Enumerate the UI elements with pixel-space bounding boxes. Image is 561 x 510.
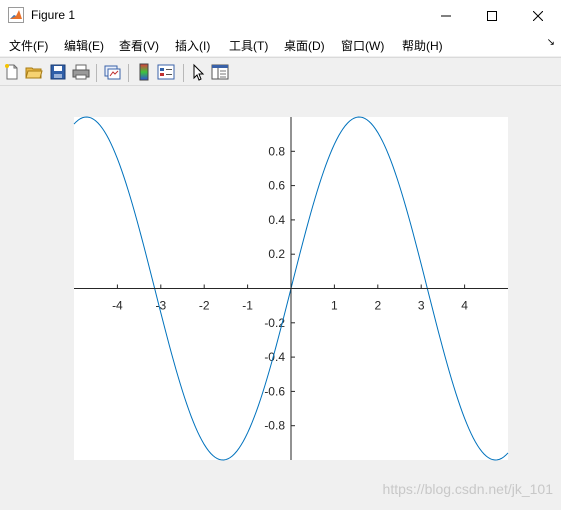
toolbar-separator (183, 64, 184, 82)
toolbar (0, 57, 561, 86)
figure-canvas: -4 -3 -2 -1 1 2 3 4 0.8 0.6 0.4 0.2 -0.2 -0.4 -0.6 -0.8… (0, 86, 561, 505)
open-folder-icon[interactable] (25, 63, 43, 81)
menu-view[interactable]: 查看(V) (119, 37, 159, 54)
x-tick-label: -4 (112, 299, 123, 313)
y-tick-label: -0.6 (264, 384, 285, 398)
title-bar: Figure 1 (0, 0, 561, 32)
x-tick-label: -3 (155, 299, 166, 313)
window-title: Figure 1 (31, 8, 76, 22)
minimize-button[interactable] (423, 0, 469, 32)
toolbar-separator (96, 64, 97, 82)
legend-icon[interactable] (157, 63, 175, 81)
menu-insert[interactable]: 插入(I) (175, 37, 210, 54)
maximize-button[interactable] (469, 0, 515, 32)
menu-edit[interactable]: 编辑(E) (64, 37, 104, 54)
y-tick-label: 0.4 (268, 213, 285, 227)
maximize-icon (487, 11, 497, 21)
print-icon[interactable] (72, 63, 90, 81)
watermark-text: https://blog.csdn.net/jk_101 (382, 481, 553, 497)
y-tick-label: 0.2 (268, 247, 285, 261)
new-file-icon[interactable] (3, 63, 21, 81)
x-tick-label: 3 (418, 299, 425, 313)
x-tick-label: 2 (374, 299, 381, 313)
property-editor-icon[interactable] (211, 63, 229, 81)
colorbar-icon[interactable] (135, 63, 153, 81)
plot-svg[interactable]: -4 -3 -2 -1 1 2 3 40.80.60.40.2-0.2-0.4-0.6-0.8 (0, 86, 561, 505)
link-plot-icon[interactable] (103, 63, 121, 81)
pointer-icon[interactable] (190, 63, 208, 81)
toolbar-separator (128, 64, 129, 82)
x-tick-label: 4 (461, 299, 468, 313)
save-icon[interactable] (49, 63, 67, 81)
close-icon (533, 11, 543, 21)
matlab-icon (8, 7, 24, 23)
menu-bar: 文件(F) 编辑(E) 查看(V) 插入(I) 工具(T) 桌面(D) 窗口(W… (0, 32, 561, 56)
y-tick-label: 0.8 (268, 144, 285, 158)
y-tick-label: -0.8 (264, 419, 285, 433)
y-tick-label: 0.6 (268, 179, 285, 193)
menu-desktop[interactable]: 桌面(D) (284, 37, 325, 54)
menu-tools[interactable]: 工具(T) (229, 37, 268, 54)
close-button[interactable] (515, 0, 561, 32)
x-tick-label: -2 (199, 299, 210, 313)
menu-file[interactable]: 文件(F) (9, 37, 48, 54)
menu-help[interactable]: 帮助(H) (402, 37, 443, 54)
menu-window[interactable]: 窗口(W) (341, 37, 384, 54)
minimize-icon (441, 15, 451, 17)
dock-arrow-icon[interactable]: ↘ (547, 37, 555, 48)
x-tick-label: -1 (242, 299, 253, 313)
x-tick-label: 1 (331, 299, 338, 313)
